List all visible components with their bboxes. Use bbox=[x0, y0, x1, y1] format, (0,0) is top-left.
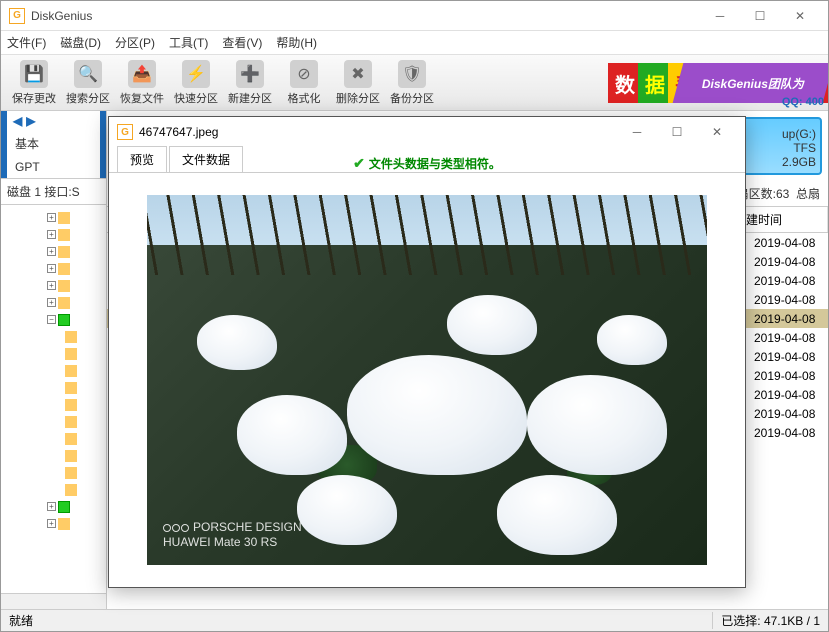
tree-item[interactable] bbox=[3, 345, 104, 362]
tree-item[interactable] bbox=[3, 379, 104, 396]
save-icon: 💾 bbox=[20, 60, 48, 88]
search-button[interactable]: 🔍搜索分区 bbox=[61, 57, 115, 109]
tree-item[interactable]: + bbox=[3, 209, 104, 226]
status-ready: 就绪 bbox=[9, 612, 712, 629]
tree-item[interactable]: + bbox=[3, 243, 104, 260]
file-date: 2019-04-08 bbox=[754, 236, 828, 250]
maximize-button[interactable]: ☐ bbox=[740, 2, 780, 30]
recover-button[interactable]: 📤恢复文件 bbox=[115, 57, 169, 109]
qq-contact: QQ: 400 bbox=[782, 96, 824, 108]
disk-type-basic: 基本 bbox=[7, 131, 100, 156]
menubar: 文件(F) 磁盘(D) 分区(P) 工具(T) 查看(V) 帮助(H) bbox=[1, 31, 828, 55]
backup-button[interactable]: 🛡备份分区 bbox=[385, 57, 439, 109]
new-button[interactable]: ➕新建分区 bbox=[223, 57, 277, 109]
file-date: 2019-04-08 bbox=[754, 293, 828, 307]
preview-tabs: 预览 文件数据 ✔ 文件头数据与类型相符。 bbox=[109, 147, 745, 173]
tree-item[interactable]: + bbox=[3, 498, 104, 515]
preview-window: G 46747647.jpeg ─ ☐ ✕ 预览 文件数据 ✔ 文件头数据与类型… bbox=[108, 116, 746, 588]
menu-tools[interactable]: 工具(T) bbox=[169, 34, 208, 51]
delete-icon: ✖ bbox=[344, 60, 372, 88]
watermark: PORSCHE DESIGN HUAWEI Mate 30 RS bbox=[163, 520, 302, 551]
preview-titlebar: G 46747647.jpeg ─ ☐ ✕ bbox=[109, 117, 745, 147]
tree-item[interactable]: + bbox=[3, 515, 104, 532]
preview-close-button[interactable]: ✕ bbox=[697, 118, 737, 146]
close-button[interactable]: ✕ bbox=[780, 2, 820, 30]
titlebar: G DiskGenius ─ ☐ ✕ bbox=[1, 1, 828, 31]
tree-item[interactable]: + bbox=[3, 294, 104, 311]
file-date: 2019-04-08 bbox=[754, 407, 828, 421]
format-button[interactable]: ⊘格式化 bbox=[277, 57, 331, 109]
tab-file-data[interactable]: 文件数据 bbox=[169, 146, 243, 172]
quick-button[interactable]: ⚡快速分区 bbox=[169, 57, 223, 109]
preview-maximize-button[interactable]: ☐ bbox=[657, 118, 697, 146]
tree-item[interactable]: + bbox=[3, 226, 104, 243]
tree-item[interactable]: + bbox=[3, 277, 104, 294]
tree-item[interactable] bbox=[3, 362, 104, 379]
disk-type-gpt: GPT bbox=[7, 156, 100, 178]
menu-disk[interactable]: 磁盘(D) bbox=[60, 34, 101, 51]
menu-view[interactable]: 查看(V) bbox=[222, 34, 262, 51]
file-date: 2019-04-08 bbox=[754, 369, 828, 383]
app-icon: G bbox=[117, 124, 133, 140]
horizontal-scrollbar[interactable] bbox=[1, 593, 106, 609]
image-preview: PORSCHE DESIGN HUAWEI Mate 30 RS bbox=[147, 195, 707, 565]
preview-minimize-button[interactable]: ─ bbox=[617, 118, 657, 146]
nav-forward-icon[interactable]: ▶ bbox=[26, 114, 35, 128]
toolbar: 💾保存更改 🔍搜索分区 📤恢复文件 ⚡快速分区 ➕新建分区 ⊘格式化 ✖删除分区… bbox=[1, 55, 828, 111]
tree-item[interactable] bbox=[3, 430, 104, 447]
file-date: 2019-04-08 bbox=[754, 255, 828, 269]
app-icon: G bbox=[9, 8, 25, 24]
file-date: 2019-04-08 bbox=[754, 388, 828, 402]
banner-char: 据 bbox=[638, 63, 672, 103]
banner-char: 数 bbox=[608, 63, 642, 103]
tree-item[interactable] bbox=[3, 464, 104, 481]
format-icon: ⊘ bbox=[290, 60, 318, 88]
backup-icon: 🛡 bbox=[398, 60, 426, 88]
file-date: 2019-04-08 bbox=[754, 331, 828, 345]
tab-preview[interactable]: 预览 bbox=[117, 146, 167, 172]
header-validation-message: ✔ 文件头数据与类型相符。 bbox=[353, 155, 501, 172]
tree-item[interactable] bbox=[3, 328, 104, 345]
menu-file[interactable]: 文件(F) bbox=[7, 34, 46, 51]
left-panel: ◀ ▶ 基本 GPT 磁盘 1 接口:S + + + + + + − bbox=[1, 111, 107, 609]
preview-title: 46747647.jpeg bbox=[139, 125, 617, 139]
tree-item[interactable] bbox=[3, 396, 104, 413]
new-icon: ➕ bbox=[236, 60, 264, 88]
delete-button[interactable]: ✖删除分区 bbox=[331, 57, 385, 109]
recover-icon: 📤 bbox=[128, 60, 156, 88]
disk-info: 磁盘 1 接口:S bbox=[1, 178, 106, 205]
save-button[interactable]: 💾保存更改 bbox=[7, 57, 61, 109]
minimize-button[interactable]: ─ bbox=[700, 2, 740, 30]
file-date: 2019-04-08 bbox=[754, 312, 828, 326]
tree-item[interactable] bbox=[3, 481, 104, 498]
status-selected: 已选择: 47.1KB / 1 bbox=[712, 612, 820, 629]
nav-arrows: ◀ ▶ bbox=[7, 111, 100, 131]
file-date: 2019-04-08 bbox=[754, 350, 828, 364]
tree-item[interactable]: − bbox=[3, 311, 104, 328]
file-date: 2019-04-08 bbox=[754, 274, 828, 288]
nav-back-icon[interactable]: ◀ bbox=[13, 114, 22, 128]
file-date: 2019-04-08 bbox=[754, 426, 828, 440]
tree-item[interactable] bbox=[3, 447, 104, 464]
tree-item[interactable] bbox=[3, 413, 104, 430]
preview-content: PORSCHE DESIGN HUAWEI Mate 30 RS bbox=[109, 173, 745, 587]
menu-partition[interactable]: 分区(P) bbox=[115, 34, 155, 51]
search-icon: 🔍 bbox=[74, 60, 102, 88]
menu-help[interactable]: 帮助(H) bbox=[276, 34, 317, 51]
quick-icon: ⚡ bbox=[182, 60, 210, 88]
tree-item[interactable]: + bbox=[3, 260, 104, 277]
app-title: DiskGenius bbox=[31, 9, 700, 23]
tree-view[interactable]: + + + + + + − + + bbox=[1, 205, 106, 593]
statusbar: 就绪 已选择: 47.1KB / 1 bbox=[1, 609, 828, 631]
check-icon: ✔ bbox=[353, 155, 365, 172]
